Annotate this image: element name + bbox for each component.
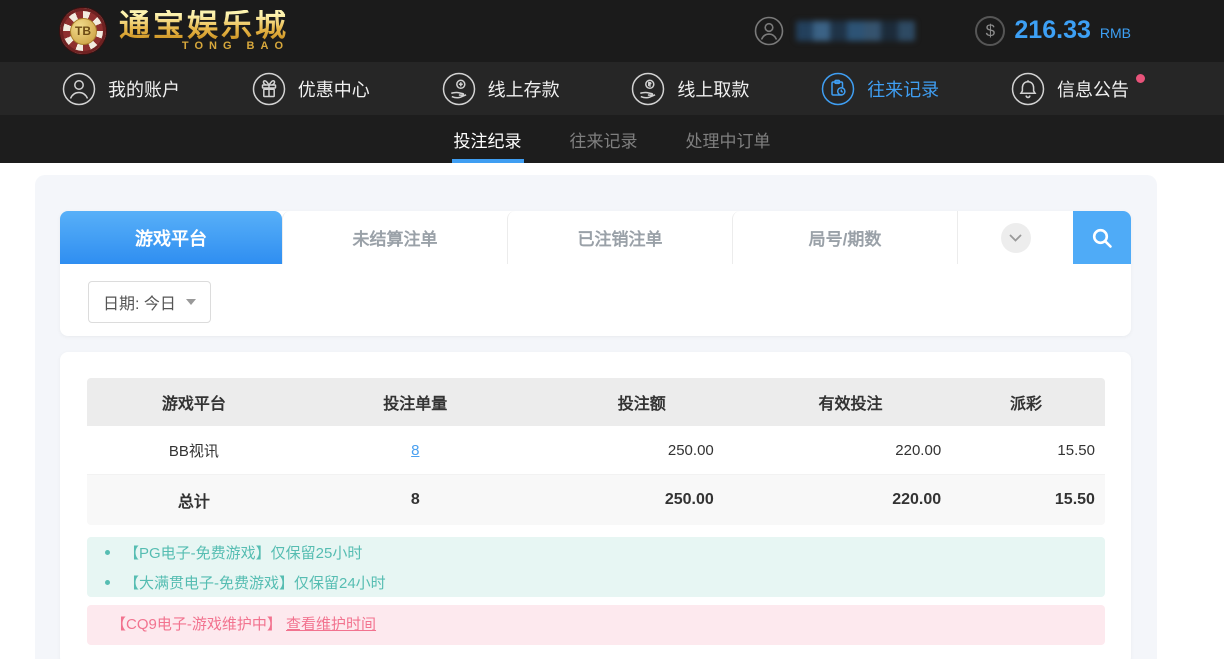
subnav-label: 投注纪录 [454, 127, 522, 152]
subnav-tab-transaction-records[interactable]: 往来记录 [568, 115, 640, 163]
cell-platform: BB视讯 [87, 440, 301, 461]
balance-currency: RMB [1100, 25, 1131, 41]
nav-label: 线上取款 [677, 76, 749, 102]
column-header: 投注额 [530, 390, 754, 414]
nav-item-transaction-records[interactable]: 往来记录 [821, 72, 939, 106]
nav-label: 优惠中心 [298, 76, 370, 102]
maintenance-notice-text: 【CQ9电子-游戏维护中】 [111, 616, 282, 633]
filter-card: 游戏平台 未结算注单 已注销注单 局号/期数 [60, 211, 1131, 336]
tab-label: 游戏平台 [135, 225, 207, 251]
tab-label: 未结算注单 [353, 225, 438, 250]
table-row: BB视讯 8 250.00 220.00 15.50 [87, 426, 1105, 475]
chevron-down-icon [1001, 223, 1031, 253]
totals-count: 8 [301, 491, 530, 509]
chip-label: TB [70, 18, 97, 45]
site-logo[interactable]: TB 通宝娱乐城 TONG BAO [60, 8, 289, 54]
nav-item-withdraw[interactable]: 线上取款 [631, 72, 749, 106]
dropdown-arrow-icon [186, 299, 196, 305]
tab-round-number[interactable]: 局号/期数 [732, 211, 957, 264]
nav-item-promotions[interactable]: 优惠中心 [252, 72, 370, 106]
nav-item-deposit[interactable]: 线上存款 [442, 72, 560, 106]
subnav-label: 往来记录 [570, 127, 638, 152]
sub-navigation: 投注纪录 往来记录 处理中订单 [0, 115, 1224, 163]
info-notice-text: 【PG电子-免费游戏】仅保留25小时 [124, 542, 362, 563]
tab-cancelled-bets[interactable]: 已注销注单 [507, 211, 732, 264]
bullet-dot-icon [105, 550, 110, 555]
user-icon [62, 72, 96, 106]
column-header: 有效投注 [754, 390, 947, 414]
nav-label: 线上存款 [488, 76, 560, 102]
top-bar: TB 通宝娱乐城 TONG BAO $ 216.33 RMB [0, 0, 1224, 62]
date-filter-dropdown[interactable]: 日期: 今日 [88, 281, 211, 323]
username-redacted [796, 21, 915, 41]
nav-label: 我的账户 [108, 76, 180, 102]
tab-label: 已注销注单 [578, 225, 663, 250]
totals-payout: 15.50 [947, 491, 1105, 509]
cell-bet-amount: 250.00 [530, 442, 754, 459]
cell-payout: 15.50 [947, 442, 1105, 459]
clipboard-clock-icon [821, 72, 855, 106]
subnav-tab-processing-orders[interactable]: 处理中订单 [684, 115, 773, 163]
balance-amount: 216.33 [1014, 16, 1090, 45]
poker-chip-logo-icon: TB [60, 8, 106, 54]
bet-count-link[interactable]: 8 [411, 442, 419, 459]
nav-item-my-account[interactable]: 我的账户 [62, 72, 180, 106]
content-area: 游戏平台 未结算注单 已注销注单 局号/期数 [35, 175, 1157, 659]
balance-display[interactable]: $ 216.33 RMB [975, 16, 1131, 46]
active-tab-underline [452, 159, 524, 163]
column-header: 派彩 [947, 390, 1105, 414]
subnav-label: 处理中订单 [686, 127, 771, 152]
info-notice-box: 【PG电子-免费游戏】仅保留25小时 【大满贯电子-免费游戏】仅保留24小时 [87, 537, 1105, 597]
info-notice-line: 【PG电子-免费游戏】仅保留25小时 [87, 537, 1105, 567]
maintenance-notice-box: 【CQ9电子-游戏维护中】 查看维护时间 [87, 605, 1105, 645]
subnav-tab-betting-records[interactable]: 投注纪录 [452, 115, 524, 163]
bullet-dot-icon [105, 580, 110, 585]
main-navigation: 我的账户 优惠中心 线上存款 线上取款 [0, 62, 1224, 115]
tab-unsettled-bets[interactable]: 未结算注单 [282, 211, 507, 264]
topbar-right: $ 216.33 RMB [754, 16, 1169, 46]
search-button[interactable] [1073, 211, 1131, 264]
user-avatar-icon [754, 16, 784, 46]
gift-icon [252, 72, 286, 106]
user-account-menu[interactable] [754, 16, 915, 46]
totals-label: 总计 [87, 488, 301, 512]
nav-label: 往来记录 [867, 76, 939, 102]
nav-label: 信息公告 [1057, 76, 1129, 102]
table-totals-row: 总计 8 250.00 220.00 15.50 [87, 475, 1105, 525]
filter-area: 日期: 今日 [60, 264, 1131, 336]
logo-text: 通宝娱乐城 TONG BAO [119, 10, 289, 52]
site-title: 通宝娱乐城 [119, 10, 289, 41]
table-header-row: 游戏平台 投注单量 投注额 有效投注 派彩 [87, 378, 1105, 426]
cell-valid-bet: 220.00 [754, 442, 947, 459]
view-maintenance-time-link[interactable]: 查看维护时间 [286, 616, 376, 633]
results-card: 游戏平台 投注单量 投注额 有效投注 派彩 BB视讯 8 250.00 220.… [60, 352, 1131, 659]
info-notice-text: 【大满贯电子-免费游戏】仅保留24小时 [124, 572, 386, 593]
search-icon [1090, 226, 1114, 250]
column-header: 投注单量 [301, 390, 530, 414]
dollar-coin-icon: $ [975, 16, 1005, 46]
info-notice-line: 【大满贯电子-免费游戏】仅保留24小时 [87, 567, 1105, 597]
deposit-coin-hand-icon [442, 72, 476, 106]
tab-game-platform[interactable]: 游戏平台 [60, 211, 282, 264]
nav-item-announcements[interactable]: 信息公告 [1011, 72, 1129, 106]
tab-label: 局号/期数 [809, 225, 882, 250]
filter-tab-bar: 游戏平台 未结算注单 已注销注单 局号/期数 [60, 211, 1131, 264]
bell-icon [1011, 72, 1045, 106]
notification-dot-badge [1136, 74, 1145, 83]
totals-bet-amount: 250.00 [530, 491, 754, 509]
withdraw-coin-hand-icon [631, 72, 665, 106]
expand-options-toggle[interactable] [957, 211, 1073, 264]
date-filter-value: 日期: 今日 [103, 290, 176, 314]
totals-valid-bet: 220.00 [754, 491, 947, 509]
column-header: 游戏平台 [87, 390, 301, 414]
